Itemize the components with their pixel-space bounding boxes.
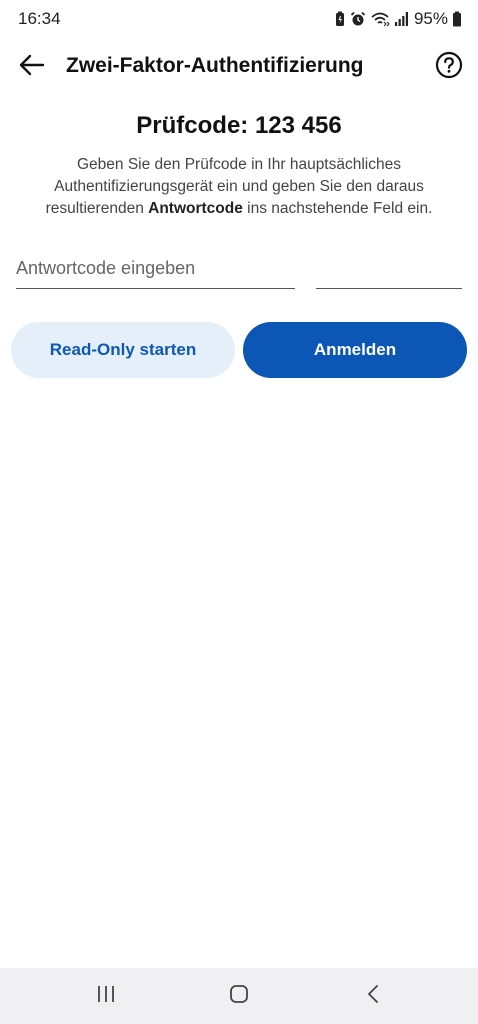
system-nav-bar <box>0 968 478 1024</box>
help-circle-icon <box>435 51 463 84</box>
battery-percent: 95% <box>413 9 448 28</box>
help-button[interactable] <box>434 51 464 84</box>
wifi-icon <box>370 11 390 27</box>
status-time: 16:34 <box>18 9 61 28</box>
signal-icon <box>394 11 410 27</box>
read-only-start-button[interactable]: Read-Only starten <box>11 322 235 378</box>
alarm-icon <box>350 11 366 27</box>
recent-apps-icon <box>95 984 117 1009</box>
instructions-text: Geben Sie den Prüfcode in Ihr hauptsächl… <box>16 154 462 220</box>
verification-code-heading: Prüfcode: 123 456 <box>136 112 342 139</box>
recent-apps-button[interactable] <box>88 982 124 1010</box>
battery-icon <box>452 11 462 27</box>
instructions-bold: Antwortcode <box>148 200 243 217</box>
page-title: Zwei-Faktor-Authentifizierung <box>66 54 364 77</box>
app-bar: Zwei-Faktor-Authentifizierung <box>0 40 478 94</box>
response-code-input[interactable]: Antwortcode eingeben <box>16 254 295 289</box>
home-icon <box>228 983 250 1010</box>
home-button[interactable] <box>221 982 257 1010</box>
response-code-input-secondary[interactable] <box>316 254 462 289</box>
instructions-part2: ins nachstehende Feld ein. <box>242 200 433 217</box>
back-nav-icon <box>363 983 383 1010</box>
back-button[interactable] <box>14 52 50 82</box>
status-bar: 16:34 95% <box>0 0 478 40</box>
back-nav-button[interactable] <box>355 982 391 1010</box>
response-code-placeholder: Antwortcode eingeben <box>16 258 196 278</box>
arrow-left-icon <box>19 54 45 81</box>
battery-saver-icon <box>334 11 346 27</box>
status-icons: 95% <box>334 9 462 29</box>
login-button[interactable]: Anmelden <box>243 322 467 378</box>
